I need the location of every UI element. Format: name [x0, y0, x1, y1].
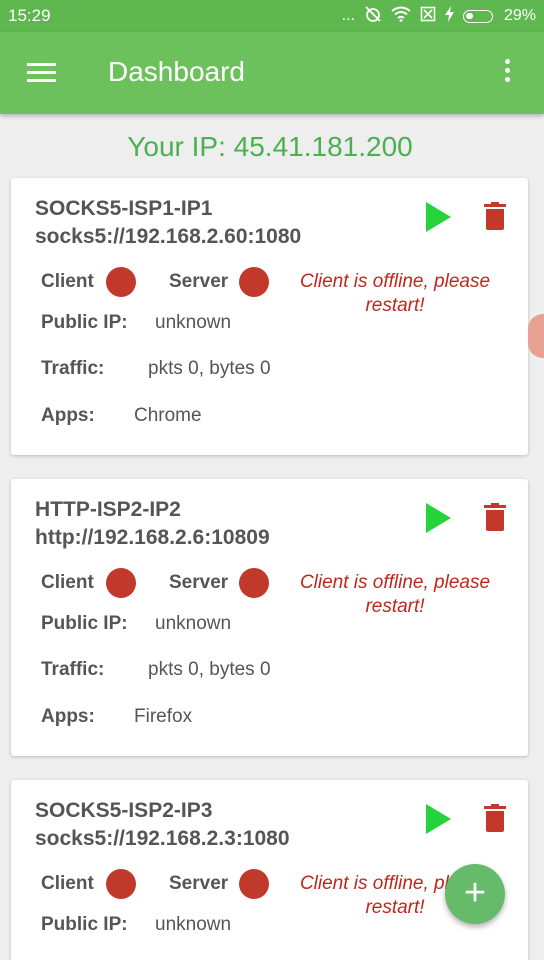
- apps-value: Firefox: [134, 706, 193, 727]
- your-ip-text: Your IP: 45.41.181.200: [127, 131, 413, 162]
- status-time: 15:29: [8, 6, 51, 25]
- proxy-url: socks5://192.168.2.60:1080: [35, 225, 302, 248]
- proxy-card[interactable]: HTTP-ISP2-IP2 http://192.168.2.6:10809 C…: [11, 479, 528, 756]
- apps-value: Chrome: [134, 405, 202, 426]
- play-icon[interactable]: [426, 503, 451, 533]
- delete-icon[interactable]: [484, 503, 506, 531]
- client-label: Client: [41, 572, 94, 593]
- page-title: Dashboard: [108, 56, 245, 87]
- status-bar: 15:29 ... 29%: [0, 0, 544, 32]
- proxy-url: socks5://192.168.2.3:1080: [35, 827, 290, 850]
- server-label: Server: [169, 572, 229, 593]
- play-icon[interactable]: [426, 804, 451, 834]
- client-status-dot: [106, 568, 136, 598]
- app-bar: Dashboard: [0, 32, 544, 114]
- server-status-dot: [239, 267, 269, 297]
- battery-percent: 29%: [503, 7, 536, 24]
- client-status-dot: [106, 869, 136, 899]
- add-proxy-button[interactable]: +: [445, 864, 505, 924]
- public-ip-value: unknown: [155, 914, 232, 935]
- apps-label: Apps:: [41, 706, 95, 727]
- public-ip-label: Public IP:: [41, 613, 128, 634]
- server-status-dot: [239, 568, 269, 598]
- public-ip-value: unknown: [155, 613, 232, 634]
- proxy-card[interactable]: SOCKS5-ISP2-IP3 socks5://192.168.2.3:108…: [11, 780, 528, 960]
- server-label: Server: [169, 873, 229, 894]
- client-status-dot: [106, 267, 136, 297]
- edge-drawer-handle[interactable]: [528, 314, 544, 358]
- client-label: Client: [41, 271, 94, 292]
- charging-icon: [444, 5, 454, 27]
- public-ip-label: Public IP:: [41, 312, 128, 333]
- proxy-url: http://192.168.2.6:10809: [35, 526, 270, 549]
- battery-icon: [462, 9, 493, 23]
- client-label: Client: [41, 873, 94, 894]
- server-label: Server: [169, 271, 229, 292]
- traffic-value: pkts 0, bytes 0: [148, 659, 271, 680]
- traffic-label: Traffic:: [41, 358, 105, 379]
- proxy-name: SOCKS5-ISP1-IP1: [35, 197, 213, 220]
- proxy-name: HTTP-ISP2-IP2: [35, 498, 181, 521]
- delete-icon[interactable]: [484, 202, 506, 230]
- sim-off-icon: [420, 6, 436, 27]
- menu-icon[interactable]: [27, 63, 56, 83]
- proxy-name: SOCKS5-ISP2-IP3: [35, 799, 213, 822]
- public-ip-value: unknown: [155, 312, 232, 333]
- traffic-value: pkts 0, bytes 0: [148, 358, 271, 379]
- status-icons: ... 29%: [342, 5, 536, 28]
- delete-icon[interactable]: [484, 804, 506, 832]
- more-options-icon[interactable]: [503, 59, 511, 89]
- status-message: Client is offline, please restart!: [299, 572, 491, 617]
- apps-label: Apps:: [41, 405, 95, 426]
- proxy-card[interactable]: SOCKS5-ISP1-IP1 socks5://192.168.2.60:10…: [11, 178, 528, 455]
- notification-dots-icon: ...: [341, 7, 355, 24]
- traffic-label: Traffic:: [41, 659, 105, 680]
- server-status-dot: [239, 869, 269, 899]
- alarm-off-icon: [364, 5, 382, 28]
- status-message: Client is offline, please restart!: [299, 271, 491, 316]
- play-icon[interactable]: [426, 202, 451, 232]
- public-ip-label: Public IP:: [41, 914, 128, 935]
- wifi-icon: [391, 6, 411, 27]
